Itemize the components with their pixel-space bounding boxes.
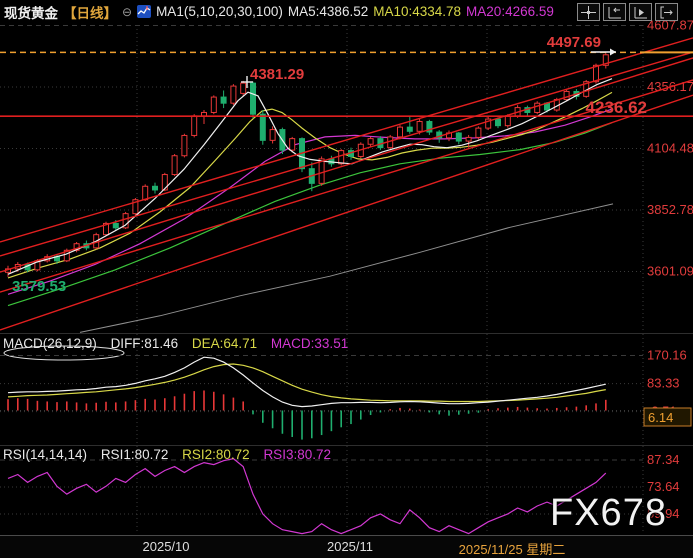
time-label-nov: 2025/11 bbox=[327, 539, 373, 554]
candle bbox=[594, 65, 599, 81]
time-axis[interactable]: 2025/10 2025/11 2025/11/25 星期二 bbox=[0, 535, 693, 558]
price-tick-label: 3852.78 bbox=[647, 202, 693, 217]
macd-tick-label: 170.16 bbox=[647, 348, 687, 363]
candle bbox=[260, 114, 265, 140]
candle bbox=[339, 151, 344, 164]
price-tick-label: 3601.09 bbox=[647, 264, 693, 279]
price-annotation: 4381.29 bbox=[250, 66, 304, 83]
time-label-oct: 2025/10 bbox=[143, 539, 190, 554]
candle bbox=[241, 83, 246, 93]
annotation-arrow-head bbox=[610, 49, 616, 56]
candle bbox=[153, 186, 158, 190]
candle bbox=[270, 130, 275, 141]
trend-line bbox=[0, 38, 693, 242]
chart-header: 现货黄金 【日线】 ⊖ MA1(5,10,20,30,100) MA5:4386… bbox=[4, 2, 554, 21]
candle bbox=[182, 135, 187, 155]
candle bbox=[231, 86, 236, 103]
diff-line bbox=[8, 357, 606, 406]
shift-right-icon[interactable] bbox=[655, 3, 678, 21]
macd-dea-value: DEA:64.71 bbox=[192, 336, 257, 351]
price-annotation: 3579.53 bbox=[12, 278, 66, 295]
candle bbox=[368, 139, 373, 145]
candle bbox=[398, 127, 403, 137]
rsi2-value: RSI2:80.72 bbox=[182, 447, 250, 462]
dea-line bbox=[8, 364, 606, 402]
candle bbox=[407, 127, 412, 131]
price-annotation: 4236.62 bbox=[586, 98, 647, 117]
macd-macd-value: MACD:33.51 bbox=[271, 336, 348, 351]
macd-config-label: MACD(26,12,9) bbox=[3, 336, 97, 351]
ma20-line bbox=[8, 109, 612, 294]
ma-config-label: MA1(5,10,20,30,100) bbox=[156, 4, 283, 19]
rsi3-value: RSI3:80.72 bbox=[263, 447, 331, 462]
collapse-icon[interactable]: ⊖ bbox=[122, 5, 132, 19]
candle bbox=[417, 122, 422, 132]
macd-header: MACD(26,12,9) DIFF:81.46 DEA:64.71 MACD:… bbox=[3, 336, 358, 351]
macd-crosshair-value: 6.14 bbox=[648, 410, 673, 425]
time-label-crosshair-date: 2025/11/25 星期二 bbox=[459, 539, 566, 558]
candle bbox=[192, 116, 197, 136]
ma10-line bbox=[8, 92, 612, 278]
rsi-config-label: RSI(14,14,14) bbox=[3, 447, 87, 462]
chart-canvas[interactable]: 4607.874356.174104.483852.783601.094497.… bbox=[0, 0, 693, 558]
candle bbox=[202, 112, 207, 115]
fx678-watermark: FX678 bbox=[550, 492, 667, 535]
candle bbox=[290, 139, 295, 150]
candle bbox=[505, 116, 510, 126]
candle bbox=[221, 97, 226, 103]
symbol-title: 现货黄金 bbox=[4, 2, 58, 22]
chart-style-icon[interactable] bbox=[137, 5, 151, 18]
period-label[interactable]: 【日线】 bbox=[63, 2, 117, 22]
trend-line bbox=[0, 58, 693, 272]
rsi1-value: RSI1:80.72 bbox=[101, 447, 169, 462]
candle bbox=[564, 91, 569, 99]
candle bbox=[466, 137, 471, 141]
ma20-value: MA20:4266.59 bbox=[466, 4, 554, 19]
candle bbox=[172, 156, 177, 175]
price-annotation: 4497.69 bbox=[547, 34, 601, 51]
candle bbox=[211, 97, 216, 112]
trend-line bbox=[0, 95, 693, 330]
price-tick-label: 4104.48 bbox=[647, 141, 693, 156]
macd-tick-label: 83.33 bbox=[647, 376, 680, 391]
crosshair-icon[interactable] bbox=[577, 3, 600, 21]
candle bbox=[535, 103, 540, 112]
scale-left-icon[interactable] bbox=[603, 3, 626, 21]
playback-icon[interactable] bbox=[629, 3, 652, 21]
candle bbox=[143, 186, 148, 199]
candle bbox=[113, 223, 118, 227]
trading-app: 4607.874356.174104.483852.783601.094497.… bbox=[0, 0, 693, 558]
candle bbox=[251, 83, 256, 114]
ma10-value: MA10:4334.78 bbox=[373, 4, 461, 19]
ma5-value: MA5:4386.52 bbox=[288, 4, 368, 19]
rsi-header: RSI(14,14,14) RSI1:80.72 RSI2:80.72 RSI3… bbox=[3, 447, 341, 462]
candle bbox=[456, 133, 461, 141]
rsi-tick-label: 87.34 bbox=[647, 452, 680, 467]
macd-diff-value: DIFF:81.46 bbox=[111, 336, 179, 351]
rsi-line bbox=[8, 459, 606, 534]
candle bbox=[496, 119, 501, 126]
candle bbox=[476, 128, 481, 137]
chart-toolbar bbox=[577, 3, 678, 21]
